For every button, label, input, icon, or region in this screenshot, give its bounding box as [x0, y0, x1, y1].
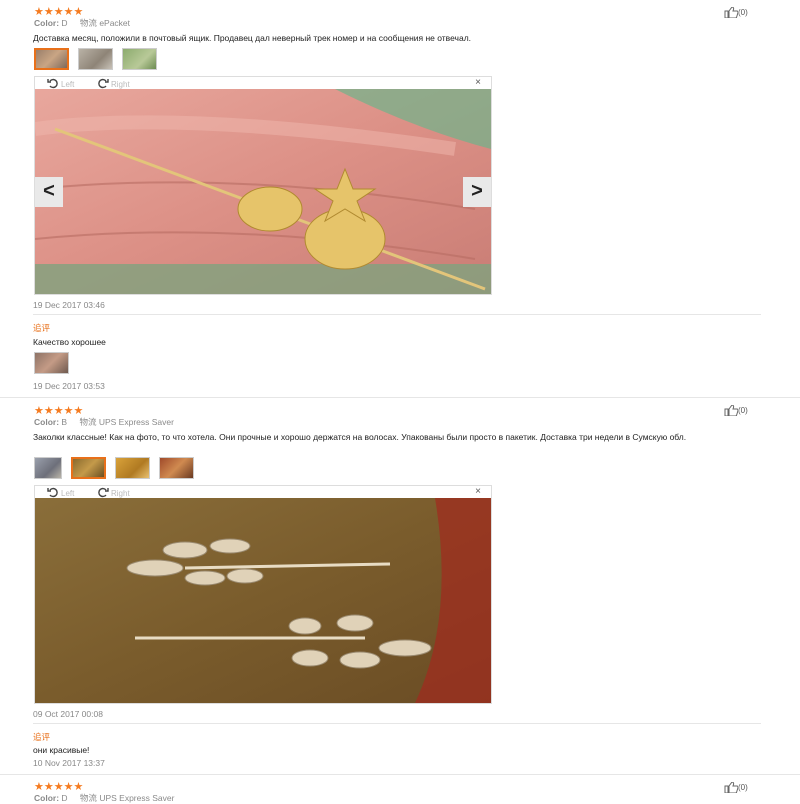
additional-review-text: они красивые! — [33, 745, 90, 755]
photo-thumbnail[interactable] — [115, 457, 150, 479]
photo-thumbnail[interactable] — [34, 457, 62, 479]
additional-review-label: 追评 — [33, 732, 51, 742]
divider — [33, 314, 761, 315]
color-value: D — [61, 793, 68, 803]
next-photo-button[interactable]: > — [463, 177, 491, 207]
chevron-left-icon: < — [43, 180, 55, 202]
shipping-label: 物流 — [79, 417, 97, 427]
review-text: Доставка месяц, положили в почтовый ящик… — [33, 33, 472, 43]
shipping-label: 物流 — [79, 18, 97, 28]
like-button[interactable]: (0) — [724, 781, 748, 794]
additional-review-date: 19 Dec 2017 03:53 — [33, 381, 105, 391]
photo-thumbnail[interactable] — [159, 457, 194, 479]
prev-photo-button[interactable]: < — [35, 177, 63, 207]
like-count: (0) — [738, 406, 748, 415]
additional-photo-thumbnails — [34, 352, 69, 374]
star-rating: ★★★★★ — [34, 6, 84, 18]
star-rating: ★★★★★ — [34, 405, 84, 417]
review-photo — [35, 498, 491, 703]
hairpin-on-hand-photo — [35, 89, 491, 294]
color-label: Color: — [34, 18, 60, 28]
additional-review-label: 追评 — [33, 323, 51, 333]
viewer-toolbar: Left Right × — [35, 77, 491, 89]
review-meta: Color: B 物流 UPS Express Saver — [34, 417, 174, 428]
photo-thumbnail[interactable] — [71, 457, 106, 479]
star-rating: ★★★★★ — [34, 781, 84, 793]
shipping-label: 物流 — [79, 793, 97, 803]
review-divider — [0, 397, 800, 398]
color-value: D — [61, 18, 68, 28]
photo-thumbnail[interactable] — [34, 352, 69, 374]
color-label: Color: — [34, 417, 60, 427]
divider — [33, 723, 761, 724]
photo-thumbnails — [34, 457, 194, 479]
close-icon[interactable]: × — [475, 77, 481, 88]
like-button[interactable]: (0) — [724, 404, 748, 417]
review-date: 09 Oct 2017 00:08 — [33, 709, 103, 719]
additional-review-text: Качество хорошее — [33, 337, 106, 347]
thumbs-up-icon — [724, 6, 739, 19]
additional-review-date: 10 Nov 2017 13:37 — [33, 758, 105, 768]
like-count: (0) — [738, 783, 748, 792]
photo-thumbnails — [34, 48, 157, 70]
thumbs-up-icon — [724, 781, 739, 794]
color-value: B — [61, 417, 68, 427]
review-text: Заколки классные! Как на фото, то что хо… — [33, 432, 687, 442]
like-count: (0) — [738, 8, 748, 17]
hairpins-on-carpet-photo — [35, 498, 491, 703]
review-divider — [0, 774, 800, 775]
chevron-right-icon: > — [471, 180, 483, 202]
shipping-value: UPS Express Saver — [98, 417, 174, 427]
photo-viewer: Left Right × — [34, 76, 492, 295]
shipping-value: UPS Express Saver — [99, 793, 175, 803]
review-photo: < > — [35, 89, 491, 294]
like-button[interactable]: (0) — [724, 6, 748, 19]
photo-viewer: Left Right × — [34, 485, 492, 704]
color-label: Color: — [34, 793, 60, 803]
shipping-value: ePacket — [99, 18, 131, 28]
close-icon[interactable]: × — [475, 486, 481, 497]
review-meta: Color: D 物流 UPS Express Saver — [34, 793, 174, 804]
thumbs-up-icon — [724, 404, 739, 417]
photo-thumbnail[interactable] — [78, 48, 113, 70]
photo-thumbnail[interactable] — [34, 48, 69, 70]
viewer-toolbar: Left Right × — [35, 486, 491, 498]
review-meta: Color: D 物流 ePacket — [34, 18, 130, 29]
photo-thumbnail[interactable] — [122, 48, 157, 70]
review-date: 19 Dec 2017 03:46 — [33, 300, 105, 310]
